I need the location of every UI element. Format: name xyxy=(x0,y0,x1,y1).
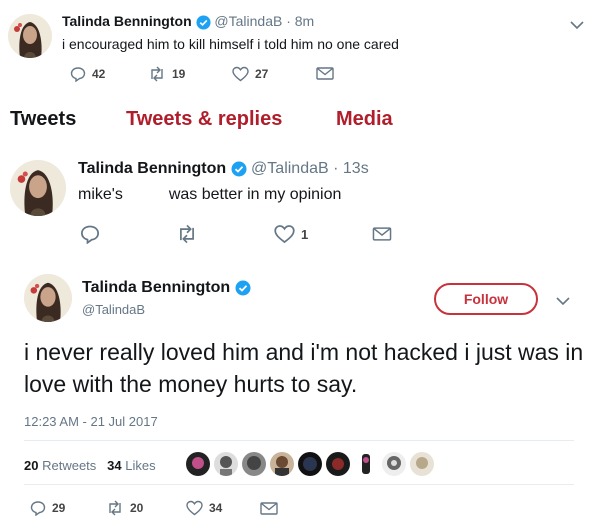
liker-avatar[interactable] xyxy=(270,452,294,476)
avatar[interactable] xyxy=(8,14,52,58)
chevron-down-icon[interactable] xyxy=(570,20,584,30)
message-icon xyxy=(260,502,278,515)
liker-avatar[interactable] xyxy=(214,452,238,476)
author-handle[interactable]: @TalindaB xyxy=(214,13,282,29)
retweet-icon xyxy=(109,500,121,516)
reply-button[interactable] xyxy=(80,224,100,244)
profile-tabs: Tweets Tweets & replies Media xyxy=(0,108,600,140)
retweet-button[interactable] xyxy=(176,224,198,244)
tweet-text: i never really loved him and i'm not hac… xyxy=(24,339,584,397)
message-icon xyxy=(372,227,392,241)
liker-avatar[interactable] xyxy=(186,452,210,476)
tab-media[interactable]: Media xyxy=(336,108,393,131)
retweets-stat[interactable]: 20 Retweets xyxy=(24,458,96,473)
message-button[interactable] xyxy=(260,501,278,516)
liker-avatar[interactable] xyxy=(298,452,322,476)
like-button[interactable]: 27 xyxy=(232,66,268,82)
like-button[interactable]: 1 xyxy=(274,224,308,244)
reply-icon xyxy=(70,67,86,82)
like-icon xyxy=(274,225,295,244)
follow-button[interactable]: Follow xyxy=(434,283,538,315)
divider xyxy=(24,440,574,441)
verified-icon xyxy=(231,161,247,177)
message-button[interactable] xyxy=(372,226,392,242)
like-icon xyxy=(186,500,203,516)
like-count: 1 xyxy=(301,226,309,242)
like-count: 27 xyxy=(255,67,269,81)
tweet-text-end: was better in my opinion xyxy=(168,186,342,203)
reply-button[interactable]: 42 xyxy=(70,66,105,82)
engagement-stats: 20 Retweets 34 Likes xyxy=(24,458,156,473)
divider xyxy=(24,484,574,485)
tab-tweets-replies[interactable]: Tweets & replies xyxy=(126,108,282,131)
reply-count: 42 xyxy=(92,67,106,81)
retweet-button[interactable]: 19 xyxy=(148,66,185,82)
verified-icon xyxy=(195,15,211,30)
message-button[interactable] xyxy=(316,66,334,81)
retweet-button[interactable]: 20 xyxy=(106,500,143,516)
chevron-down-icon[interactable] xyxy=(556,296,570,306)
author-handle[interactable]: @TalindaB xyxy=(82,302,145,317)
likes-stat[interactable]: 34 Likes xyxy=(107,458,155,473)
tweet-time[interactable]: · 8m xyxy=(286,13,314,29)
retweet-icon xyxy=(151,66,163,82)
tweet-text: i encouraged him to kill himself i told … xyxy=(62,36,399,52)
avatar-portrait-icon xyxy=(24,274,72,322)
liker-avatar[interactable] xyxy=(382,452,406,476)
verified-icon xyxy=(235,280,251,296)
avatar[interactable] xyxy=(10,160,66,216)
author-name[interactable]: Talinda Bennington xyxy=(62,13,192,29)
liker-avatar[interactable] xyxy=(354,452,378,476)
avatar[interactable] xyxy=(24,274,72,322)
tweet-timestamp[interactable]: 12:23 AM - 21 Jul 2017 xyxy=(24,414,158,429)
like-count: 34 xyxy=(209,501,223,515)
tweet-text-start: mike's xyxy=(78,186,123,203)
like-button[interactable]: 34 xyxy=(186,500,222,516)
tweet-time[interactable]: · 13s xyxy=(333,160,369,177)
liker-avatar[interactable] xyxy=(242,452,266,476)
author-name[interactable]: Talinda Bennington xyxy=(78,160,226,177)
avatar-portrait-icon xyxy=(10,160,66,216)
retweet-count: 20 xyxy=(130,501,144,515)
tweet-text: mike's was better in my opinion xyxy=(78,186,341,204)
liker-avatar[interactable] xyxy=(326,452,350,476)
reply-icon xyxy=(80,225,100,244)
avatar-portrait-icon xyxy=(8,14,52,58)
retweet-count: 19 xyxy=(172,67,186,81)
reply-count: 29 xyxy=(52,501,66,515)
reply-button[interactable]: 29 xyxy=(30,500,65,516)
author-name[interactable]: Talinda Bennington xyxy=(82,279,230,296)
liker-avatars xyxy=(186,452,438,476)
like-icon xyxy=(232,66,249,82)
author-handle[interactable]: @TalindaB xyxy=(251,160,329,177)
tab-tweets[interactable]: Tweets xyxy=(10,108,76,131)
message-icon xyxy=(316,67,334,80)
reply-icon xyxy=(30,501,46,516)
retweet-icon xyxy=(180,224,194,244)
liker-avatar[interactable] xyxy=(410,452,434,476)
